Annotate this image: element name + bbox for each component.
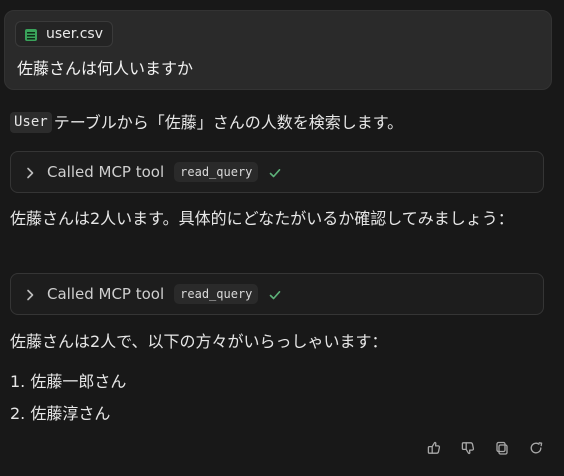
assistant-intro-text: テーブルから「佐藤」さんの人数を検索します。 <box>53 112 404 132</box>
tool-name-badge: read_query <box>174 162 259 182</box>
thumbs-up-button[interactable] <box>422 438 446 462</box>
message-actions <box>422 438 548 462</box>
inline-code-user: User <box>10 112 52 133</box>
assistant-intro: User テーブルから「佐藤」さんの人数を検索します。 <box>10 112 403 133</box>
thumbs-down-button[interactable] <box>456 438 480 462</box>
tool-call-label: Called MCP tool <box>47 285 165 303</box>
refresh-icon <box>528 440 544 460</box>
tool-name-badge: read_query <box>174 284 259 304</box>
user-question: 佐藤さんは何人いますか <box>17 59 194 78</box>
attachment-filename: user.csv <box>46 26 103 42</box>
copy-button[interactable] <box>490 438 514 462</box>
check-icon <box>268 165 282 179</box>
refresh-button[interactable] <box>524 438 548 462</box>
tool-call-card[interactable]: Called MCP tool read_query <box>10 151 544 193</box>
chevron-right-icon <box>23 287 37 301</box>
attachment-chip[interactable]: user.csv <box>15 21 113 47</box>
chevron-right-icon <box>23 165 37 179</box>
list-item: 1. 佐藤一郎さん <box>10 372 127 391</box>
copy-icon <box>494 440 510 460</box>
csv-file-icon <box>24 27 38 41</box>
tool-call-card[interactable]: Called MCP tool read_query <box>10 273 544 315</box>
thumbs-up-icon <box>426 440 442 460</box>
tool-call-label: Called MCP tool <box>47 163 165 181</box>
assistant-paragraph: 佐藤さんは2人で、以下の方々がいらっしゃいます： <box>10 332 388 351</box>
assistant-paragraph: 佐藤さんは2人います。具体的にどなたがいるか確認してみましょう： <box>10 209 514 228</box>
names-list: 1. 佐藤一郎さん 2. 佐藤淳さん <box>10 366 126 430</box>
thumbs-down-icon <box>460 440 476 460</box>
user-message-card: user.csv 佐藤さんは何人いますか <box>4 10 552 90</box>
list-item: 2. 佐藤淳さん <box>10 404 111 423</box>
check-icon <box>268 287 282 301</box>
